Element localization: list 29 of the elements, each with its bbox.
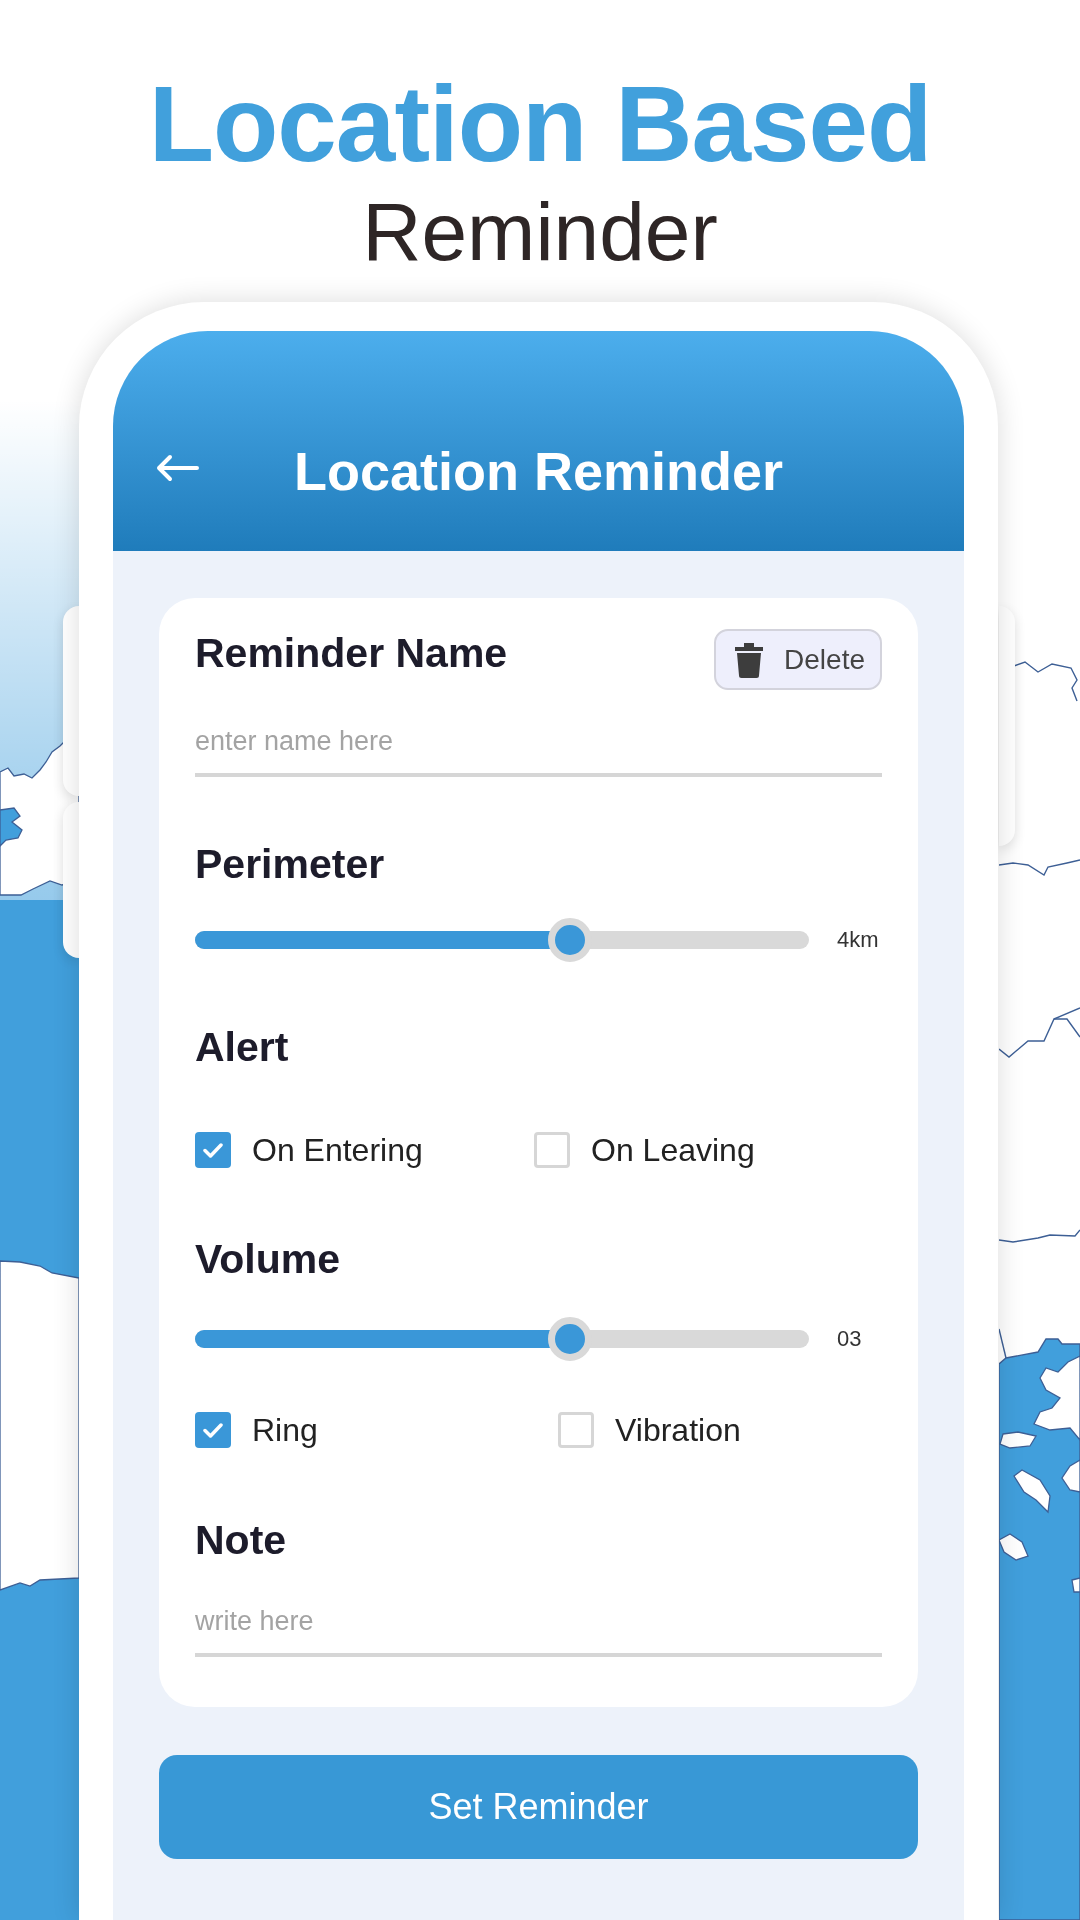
checkbox-label: On Leaving: [591, 1132, 755, 1168]
checkbox-label: Vibration: [615, 1412, 741, 1448]
slider-thumb[interactable]: [547, 918, 592, 962]
volume-slider[interactable]: [195, 1317, 809, 1361]
checkbox-label: Ring: [252, 1412, 318, 1448]
checkbox[interactable]: [195, 1132, 231, 1168]
check-icon: [203, 1422, 223, 1438]
checkbox[interactable]: [558, 1412, 594, 1448]
note-input[interactable]: write here: [195, 1597, 882, 1657]
checkbox[interactable]: [534, 1132, 570, 1168]
name-input[interactable]: enter name here: [195, 717, 882, 777]
perimeter-slider[interactable]: [195, 918, 809, 962]
check-icon: [203, 1142, 223, 1158]
slider-value: 4km: [837, 926, 879, 954]
slider-thumb[interactable]: [547, 1317, 592, 1361]
checkbox-label: On Entering: [252, 1132, 423, 1168]
subheadline: Reminder: [362, 191, 718, 273]
slider-value: 03: [837, 1325, 862, 1353]
screen-title: Location Reminder: [293, 441, 784, 501]
headline: Location Based: [148, 71, 932, 178]
field-label: Alert: [195, 1023, 289, 1071]
trash-icon: [734, 641, 765, 678]
field-label: Note: [195, 1516, 287, 1564]
field-label: Reminder Name: [195, 629, 508, 677]
field-label: Volume: [195, 1235, 341, 1283]
arrow-left-icon[interactable]: [155, 454, 199, 482]
delete-button[interactable]: Delete: [714, 629, 882, 690]
checkbox[interactable]: [195, 1412, 231, 1448]
field-label: Perimeter: [195, 840, 385, 888]
